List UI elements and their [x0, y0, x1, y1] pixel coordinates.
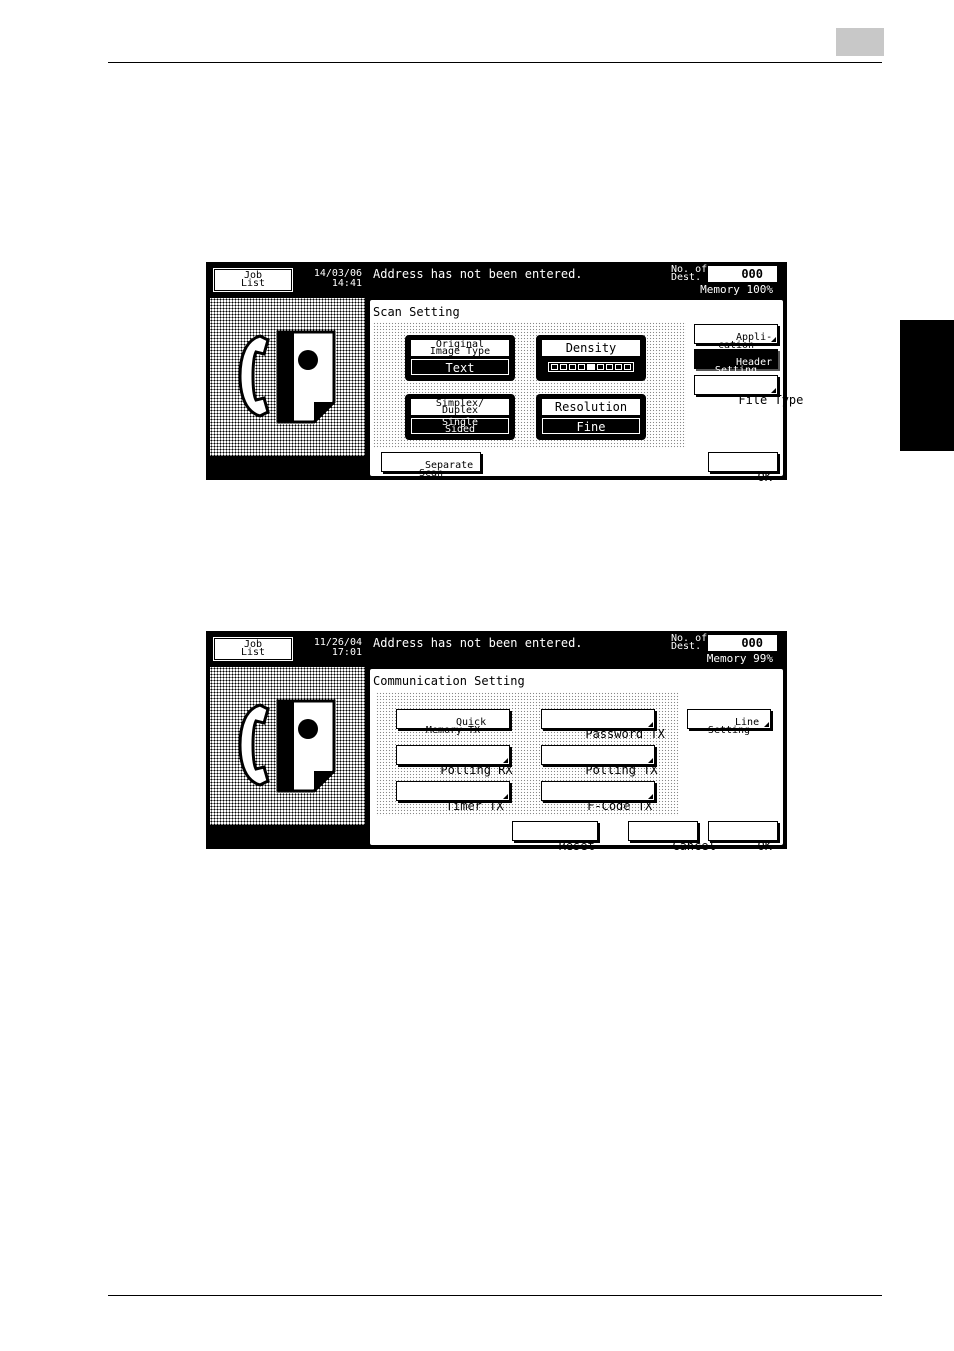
resolution-button[interactable]: Resolution Fine — [536, 394, 646, 440]
polling-rx-button[interactable]: Polling RX — [396, 745, 513, 777]
reset-label: Reset — [558, 839, 595, 853]
ok-label: OK — [757, 470, 772, 484]
communication-setting-panel: Communication Setting Quick Memory TX Pa… — [368, 667, 785, 853]
job-list-button[interactable]: Job List — [213, 268, 293, 292]
date-time: 11/26/04 17:01 — [313, 637, 362, 658]
fax-handset-icon — [238, 703, 270, 787]
chapter-side-tab — [900, 320, 954, 451]
status-message: Address has not been entered. — [373, 267, 583, 281]
left-pane: Job List 11/26/04 17:01 — [208, 633, 365, 847]
fax-handset-icon — [238, 334, 270, 418]
dest-count-label: No. of Dest. — [671, 264, 708, 283]
simplex-duplex-label: Simplex/ Duplex — [411, 399, 509, 416]
fax-mode-graphic — [238, 330, 336, 424]
original-image-type-value: Text — [411, 359, 509, 375]
fax-document-icon — [276, 330, 336, 424]
fax-graphic-area — [210, 298, 365, 456]
fcode-tx-button[interactable]: F-Code TX — [541, 781, 655, 813]
dest-count-label: No. of Dest. — [671, 633, 708, 652]
polling-rx-label: Polling RX — [440, 763, 513, 777]
line-setting-label: Line Setting — [707, 717, 760, 736]
resolution-label: Resolution — [542, 399, 640, 415]
simplex-duplex-value: Single Sided — [411, 418, 509, 435]
password-tx-label: Password TX — [585, 727, 665, 741]
communication-setting-screen: Job List 11/26/04 17:01 Address has not … — [206, 631, 787, 853]
status-message: Address has not been entered. — [373, 636, 583, 650]
fcode-tx-label: F-Code TX — [587, 799, 653, 813]
footer-rule — [108, 1295, 882, 1296]
header-setting-button[interactable]: Header Setting — [694, 349, 778, 376]
polling-tx-label: Polling TX — [585, 763, 658, 777]
ok-button[interactable]: OK — [708, 452, 778, 484]
density-label: Density — [542, 340, 640, 356]
header-rule — [108, 62, 882, 63]
density-meter — [548, 362, 634, 372]
separate-scan-button[interactable]: Separate Scan — [381, 452, 481, 479]
fax-mode-graphic — [238, 699, 336, 793]
quick-memory-tx-label: Quick Memory TX — [425, 717, 487, 736]
timer-tx-button[interactable]: Timer TX — [396, 781, 510, 813]
density-button[interactable]: Density — [536, 335, 646, 381]
message-bar: Address has not been entered. No. of Des… — [368, 264, 785, 297]
cancel-button[interactable]: Cancel — [628, 821, 716, 853]
simplex-duplex-button[interactable]: Simplex/ Duplex Single Sided — [405, 394, 515, 440]
fax-graphic-area — [210, 667, 365, 825]
quick-memory-tx-button[interactable]: Quick Memory TX — [396, 709, 510, 736]
dest-count-value: 000 — [708, 635, 777, 651]
memory-status: Memory 100% — [700, 283, 773, 296]
original-image-type-button[interactable]: Original Image Type Text — [405, 335, 515, 381]
memory-status: Memory 99% — [706, 652, 773, 665]
message-bar: Address has not been entered. No. of Des… — [368, 633, 785, 666]
timer-tx-label: Timer TX — [445, 799, 504, 813]
line-setting-button[interactable]: Line Setting — [687, 709, 771, 736]
resolution-value: Fine — [542, 418, 640, 434]
password-tx-button[interactable]: Password TX — [541, 709, 665, 741]
chapter-box — [836, 28, 884, 56]
reset-button[interactable]: Reset — [512, 821, 598, 853]
scan-setting-panel: Scan Setting Original Image Type Text De… — [368, 298, 803, 484]
left-pane: Job List 14/03/06 14:41 — [208, 264, 365, 478]
fax-document-icon — [276, 699, 336, 793]
original-image-type-label: Original Image Type — [411, 340, 509, 357]
file-type-button[interactable]: File Type — [694, 375, 803, 407]
date-time: 14/03/06 14:41 — [313, 268, 362, 289]
cancel-label: Cancel — [672, 839, 716, 853]
panel-title: Scan Setting — [373, 305, 460, 319]
panel-title: Communication Setting — [373, 674, 525, 688]
scan-setting-screen: Job List 14/03/06 14:41 Address has not … — [206, 262, 803, 484]
application-button[interactable]: Appli- cation — [694, 324, 778, 351]
ok-button[interactable]: OK — [708, 821, 778, 853]
separate-scan-label: Separate Scan — [418, 460, 474, 479]
ok-label: OK — [757, 839, 772, 853]
header-setting-label: Header Setting — [714, 357, 773, 376]
dest-count-value: 000 — [708, 266, 777, 282]
polling-tx-button[interactable]: Polling TX — [541, 745, 658, 777]
file-type-label: File Type — [738, 393, 804, 407]
job-list-button[interactable]: Job List — [213, 637, 293, 661]
